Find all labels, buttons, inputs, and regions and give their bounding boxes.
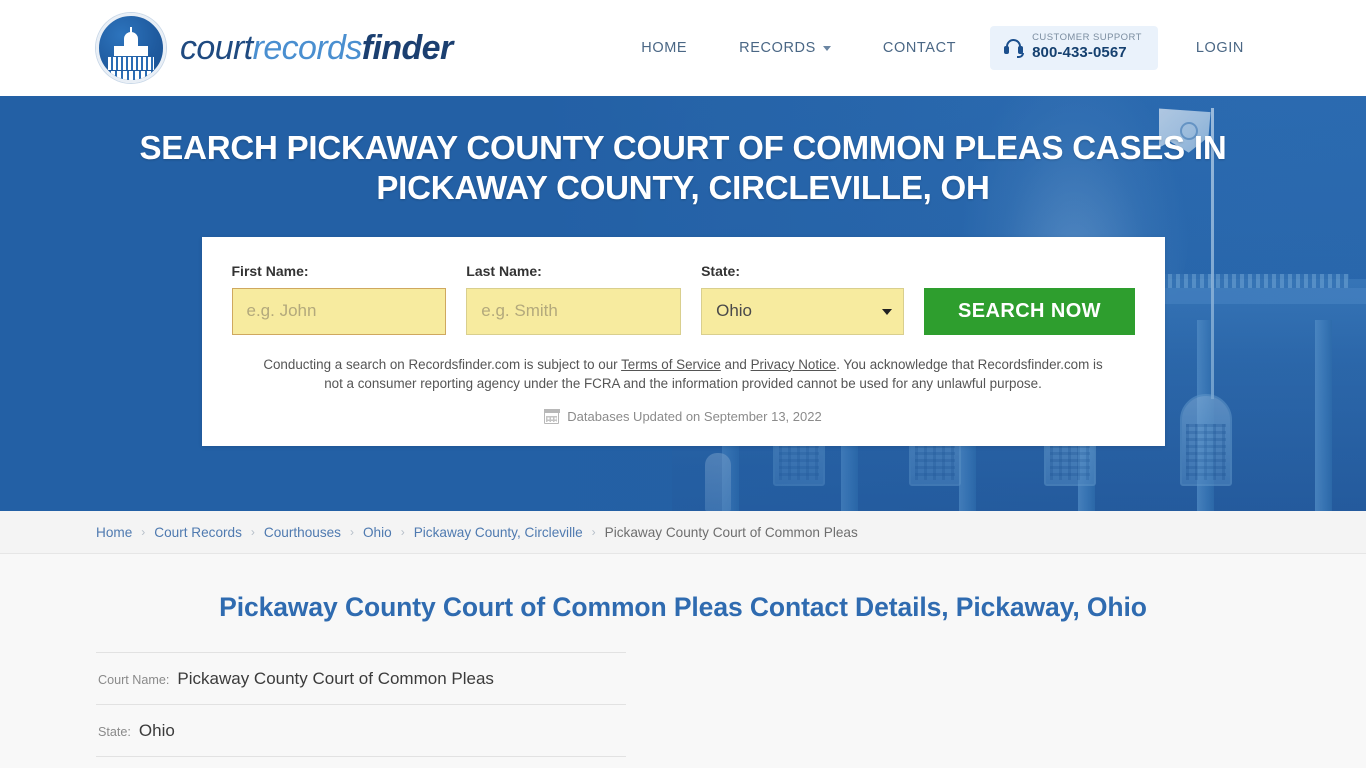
nav-login-label: LOGIN: [1195, 39, 1244, 56]
databases-updated-text: Databases Updated on September 13, 2022: [567, 409, 822, 425]
nav-home-label: HOME: [641, 39, 688, 56]
detail-value: Ohio: [138, 721, 175, 740]
breadcrumb: Home › Court Records › Courthouses › Ohi…: [96, 525, 858, 540]
databases-updated: Databases Updated on September 13, 2022: [232, 409, 1135, 424]
first-name-field-group: First Name:: [231, 262, 447, 335]
nav-records[interactable]: RECORDS: [713, 40, 857, 56]
breadcrumb-item-ohio[interactable]: Ohio: [363, 525, 392, 540]
hero-section: SEARCH PICKAWAY COUNTY COURT OF COMMON P…: [0, 96, 1366, 511]
search-form-card: First Name: Last Name: State: Ohio SEARC…: [201, 236, 1165, 447]
headset-icon: [1004, 38, 1025, 58]
support-phone-number: 800-433-0567: [1032, 43, 1127, 61]
breadcrumb-item-home[interactable]: Home: [96, 525, 132, 540]
customer-support-badge[interactable]: CUSTOMER SUPPORT 800-433-0567: [990, 26, 1158, 70]
breadcrumb-separator-icon: ›: [250, 525, 255, 539]
search-disclaimer: Conducting a search on Recordsfinder.com…: [232, 355, 1135, 394]
last-name-input[interactable]: [466, 287, 682, 335]
breadcrumb-separator-icon: ›: [400, 525, 405, 539]
state-select-value: Ohio: [716, 301, 753, 320]
state-select[interactable]: Ohio: [701, 287, 905, 335]
breadcrumb-item-current: Pickaway County Court of Common Pleas: [604, 524, 858, 540]
search-form-row: First Name: Last Name: State: Ohio SEARC…: [231, 262, 1135, 335]
nav-contact-label: CONTACT: [882, 39, 957, 56]
disclaimer-conjunction: and: [720, 356, 751, 372]
detail-row-court-name: Court Name: Pickaway County Court of Com…: [96, 653, 626, 705]
search-now-button[interactable]: SEARCH NOW: [924, 287, 1135, 335]
privacy-notice-link[interactable]: Privacy Notice: [751, 357, 837, 372]
breadcrumb-separator-icon: ›: [591, 525, 596, 539]
nav-contact[interactable]: CONTACT: [857, 40, 982, 56]
breadcrumb-item-court-records[interactable]: Court Records: [154, 525, 242, 540]
breadcrumb-item-courthouses[interactable]: Courthouses: [264, 525, 341, 540]
state-label: State:: [701, 262, 740, 279]
first-name-input[interactable]: [231, 287, 447, 335]
detail-value: Pickaway County Court of Common Pleas: [177, 669, 494, 688]
site-logo[interactable]: courtrecordsfinder: [96, 13, 453, 83]
chevron-down-icon: [822, 46, 831, 52]
page-title: Pickaway County Court of Common Pleas Co…: [219, 592, 1147, 622]
logo-word-finder: finder: [361, 28, 453, 67]
breadcrumb-item-pickaway-county[interactable]: Pickaway County, Circleville: [414, 525, 583, 540]
detail-row-state: State: Ohio: [96, 705, 626, 757]
nav-home[interactable]: HOME: [615, 40, 713, 56]
breadcrumb-bar: Home › Court Records › Courthouses › Ohi…: [0, 511, 1366, 554]
detail-label: State:: [98, 725, 131, 739]
last-name-label: Last Name:: [466, 262, 542, 279]
site-header: courtrecordsfinder HOME RECORDS CONTACT …: [0, 0, 1366, 96]
first-name-label: First Name:: [231, 262, 309, 279]
state-select-wrapper: Ohio: [701, 287, 905, 335]
logo-word-court: court: [180, 28, 253, 67]
terms-of-service-link[interactable]: Terms of Service: [621, 357, 721, 372]
nav-records-label: RECORDS: [739, 39, 816, 56]
disclaimer-text-part1: Conducting a search on Recordsfinder.com…: [263, 356, 622, 372]
last-name-field-group: Last Name:: [466, 262, 682, 335]
main-navigation: HOME RECORDS CONTACT CUSTOMER SUPPORT 80…: [615, 26, 1270, 70]
detail-label: Court Name:: [98, 673, 170, 687]
hero-title: SEARCH PICKAWAY COUNTY COURT OF COMMON P…: [139, 129, 1227, 207]
support-label: CUSTOMER SUPPORT: [1032, 32, 1142, 44]
calendar-icon: [543, 409, 560, 424]
breadcrumb-separator-icon: ›: [349, 525, 354, 539]
main-content: Pickaway County Court of Common Pleas Co…: [0, 554, 1366, 757]
court-detail-list: Court Name: Pickaway County Court of Com…: [96, 652, 626, 757]
capitol-dome-icon: [96, 13, 166, 83]
logo-wordmark: courtrecordsfinder: [180, 29, 453, 68]
breadcrumb-separator-icon: ›: [141, 525, 146, 539]
nav-login[interactable]: LOGIN: [1170, 40, 1270, 56]
state-field-group: State: Ohio: [701, 262, 905, 335]
logo-word-records: records: [252, 28, 363, 67]
